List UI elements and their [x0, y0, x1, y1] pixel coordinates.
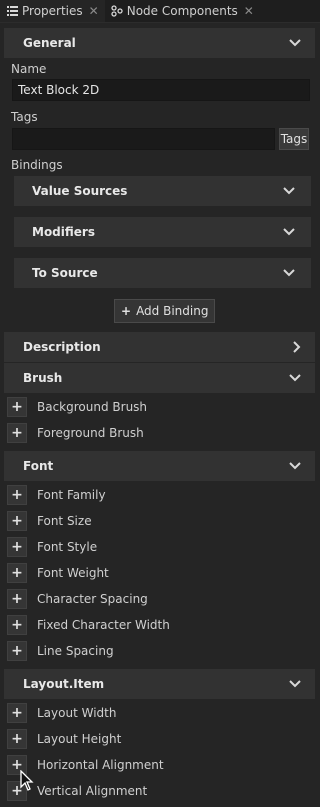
chevron-down-icon	[289, 680, 301, 688]
tab-node-components-label: Node Components	[126, 4, 238, 18]
list-item: + Fixed Character Width	[4, 612, 315, 638]
list-item: + Horizontal Alignment	[4, 752, 315, 778]
chevron-down-icon	[289, 462, 301, 470]
list-item: + Character Spacing	[4, 586, 315, 612]
name-field-value: Text Block 2D	[18, 83, 100, 97]
bindings-label: Bindings	[11, 158, 63, 172]
chevron-down-icon	[283, 228, 295, 236]
name-field[interactable]: Text Block 2D	[12, 79, 310, 101]
tab-bar: Properties ✕ Node Components ✕	[0, 0, 320, 23]
section-layout-item-header[interactable]: Layout.Item	[4, 669, 315, 699]
add-button[interactable]: +	[7, 615, 27, 635]
section-font-title: Font	[23, 459, 54, 473]
chevron-right-icon	[293, 341, 301, 353]
list-item: + Foreground Brush	[4, 420, 315, 446]
section-brush-title: Brush	[23, 371, 63, 385]
property-label: Horizontal Alignment	[37, 758, 164, 772]
binding-value-sources[interactable]: Value Sources	[14, 176, 311, 206]
tags-label: Tags	[11, 110, 38, 124]
tags-button[interactable]: Tags	[279, 128, 309, 150]
plus-icon: +	[121, 304, 132, 318]
list-item: + Font Size	[4, 508, 315, 534]
property-label: Line Spacing	[37, 644, 114, 658]
layout-list: + Layout Width + Layout Height + Horizontal…	[4, 700, 315, 804]
section-font-header[interactable]: Font	[4, 451, 315, 481]
tab-node-components[interactable]: Node Components ✕	[105, 0, 260, 22]
property-label: Font Style	[37, 540, 98, 554]
section-brush-header[interactable]: Brush	[4, 363, 315, 393]
property-label: Font Size	[37, 514, 92, 528]
section-general-header[interactable]: General	[4, 28, 315, 58]
mouse-cursor-icon	[20, 769, 34, 792]
add-button[interactable]: +	[7, 537, 27, 557]
tags-field[interactable]	[12, 128, 275, 150]
name-label: Name	[11, 62, 47, 76]
section-description-title: Description	[23, 340, 101, 354]
list-icon	[6, 5, 18, 17]
property-label: Layout Width	[37, 706, 117, 720]
property-label: Font Weight	[37, 566, 109, 580]
property-label: Character Spacing	[37, 592, 148, 606]
list-item: + Background Brush	[4, 394, 315, 420]
add-button[interactable]: +	[7, 485, 27, 505]
list-item: + Vertical Alignment	[4, 778, 315, 804]
binding-to-source[interactable]: To Source	[14, 258, 311, 288]
brush-list: + Background Brush + Foreground Brush	[4, 394, 315, 446]
property-label: Background Brush	[37, 400, 148, 414]
add-binding-label: Add Binding	[136, 304, 209, 318]
property-label: Fixed Character Width	[37, 618, 170, 632]
list-item: + Font Family	[4, 482, 315, 508]
binding-modifiers[interactable]: Modifiers	[14, 217, 311, 247]
section-general-title: General	[23, 36, 76, 50]
binding-modifiers-label: Modifiers	[32, 225, 95, 239]
list-item: + Layout Width	[4, 700, 315, 726]
add-button[interactable]: +	[7, 511, 27, 531]
list-item: + Font Weight	[4, 560, 315, 586]
list-item: + Line Spacing	[4, 638, 315, 664]
tab-properties[interactable]: Properties ✕	[0, 0, 105, 22]
property-label: Layout Height	[37, 732, 122, 746]
add-button[interactable]: +	[7, 729, 27, 749]
tab-properties-label: Properties	[22, 4, 83, 18]
property-label: Foreground Brush	[37, 426, 144, 440]
add-button[interactable]: +	[7, 563, 27, 583]
add-button[interactable]: +	[7, 641, 27, 661]
chevron-down-icon	[283, 187, 295, 195]
chevron-down-icon	[289, 374, 301, 382]
add-button[interactable]: +	[7, 589, 27, 609]
property-label: Font Family	[37, 488, 106, 502]
binding-value-sources-label: Value Sources	[32, 184, 128, 198]
add-button[interactable]: +	[7, 703, 27, 723]
font-list: + Font Family + Font Size + Font Style + Fon…	[4, 482, 315, 664]
section-layout-item-title: Layout.Item	[23, 677, 105, 691]
add-button[interactable]: +	[7, 397, 27, 417]
add-button[interactable]: +	[7, 423, 27, 443]
list-item: + Layout Height	[4, 726, 315, 752]
add-binding-button[interactable]: + Add Binding	[114, 299, 216, 323]
chevron-down-icon	[289, 39, 301, 47]
nodes-icon	[111, 5, 123, 17]
close-icon[interactable]: ✕	[244, 4, 254, 18]
list-item: + Font Style	[4, 534, 315, 560]
chevron-down-icon	[283, 269, 295, 277]
property-label: Vertical Alignment	[37, 784, 148, 798]
section-description-header[interactable]: Description	[4, 332, 315, 362]
close-icon[interactable]: ✕	[89, 4, 99, 18]
binding-to-source-label: To Source	[32, 266, 98, 280]
